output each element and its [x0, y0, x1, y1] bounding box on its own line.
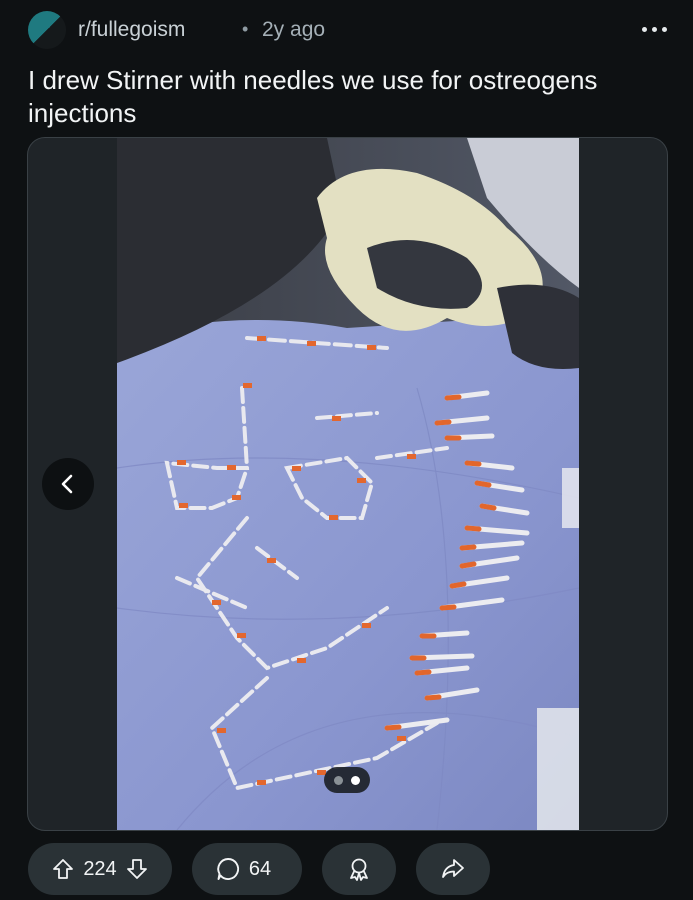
chevron-left-icon: [61, 474, 73, 494]
post-media-gallery[interactable]: [27, 137, 668, 831]
comments-button[interactable]: 64: [192, 843, 302, 895]
gallery-previous-button[interactable]: [42, 458, 94, 510]
post-image[interactable]: [117, 138, 579, 830]
award-icon: [350, 858, 368, 881]
share-icon: [442, 859, 464, 878]
more-icon: [642, 27, 647, 32]
subreddit-avatar[interactable]: [28, 11, 66, 49]
more-options-button[interactable]: [642, 16, 668, 42]
meta-separator: •: [242, 19, 249, 39]
upvote-count: 224: [83, 857, 117, 880]
more-icon-dot: [662, 27, 667, 32]
gallery-pagination-dots: [324, 767, 370, 793]
more-icon-dot: [652, 27, 657, 32]
gallery-dot-active: [351, 775, 360, 785]
comment-icon: [217, 858, 239, 880]
needle-drawing-photo: [117, 138, 579, 830]
vote-control: 224: [28, 843, 172, 895]
subreddit-name[interactable]: r/fullegoism: [78, 18, 185, 42]
post-action-bar: 224 64: [28, 843, 668, 895]
comment-count: 64: [248, 857, 272, 880]
downvote-icon[interactable]: [125, 857, 149, 881]
upvote-icon[interactable]: [51, 857, 75, 881]
post-age: 2y ago: [262, 18, 326, 41]
gallery-dot: [334, 775, 343, 785]
award-button[interactable]: [322, 843, 396, 895]
post-header: r/fullegoism • 2y ago: [28, 10, 668, 50]
share-button[interactable]: [416, 843, 490, 895]
post-title[interactable]: I drew Stirner with needles we use for o…: [28, 64, 668, 130]
